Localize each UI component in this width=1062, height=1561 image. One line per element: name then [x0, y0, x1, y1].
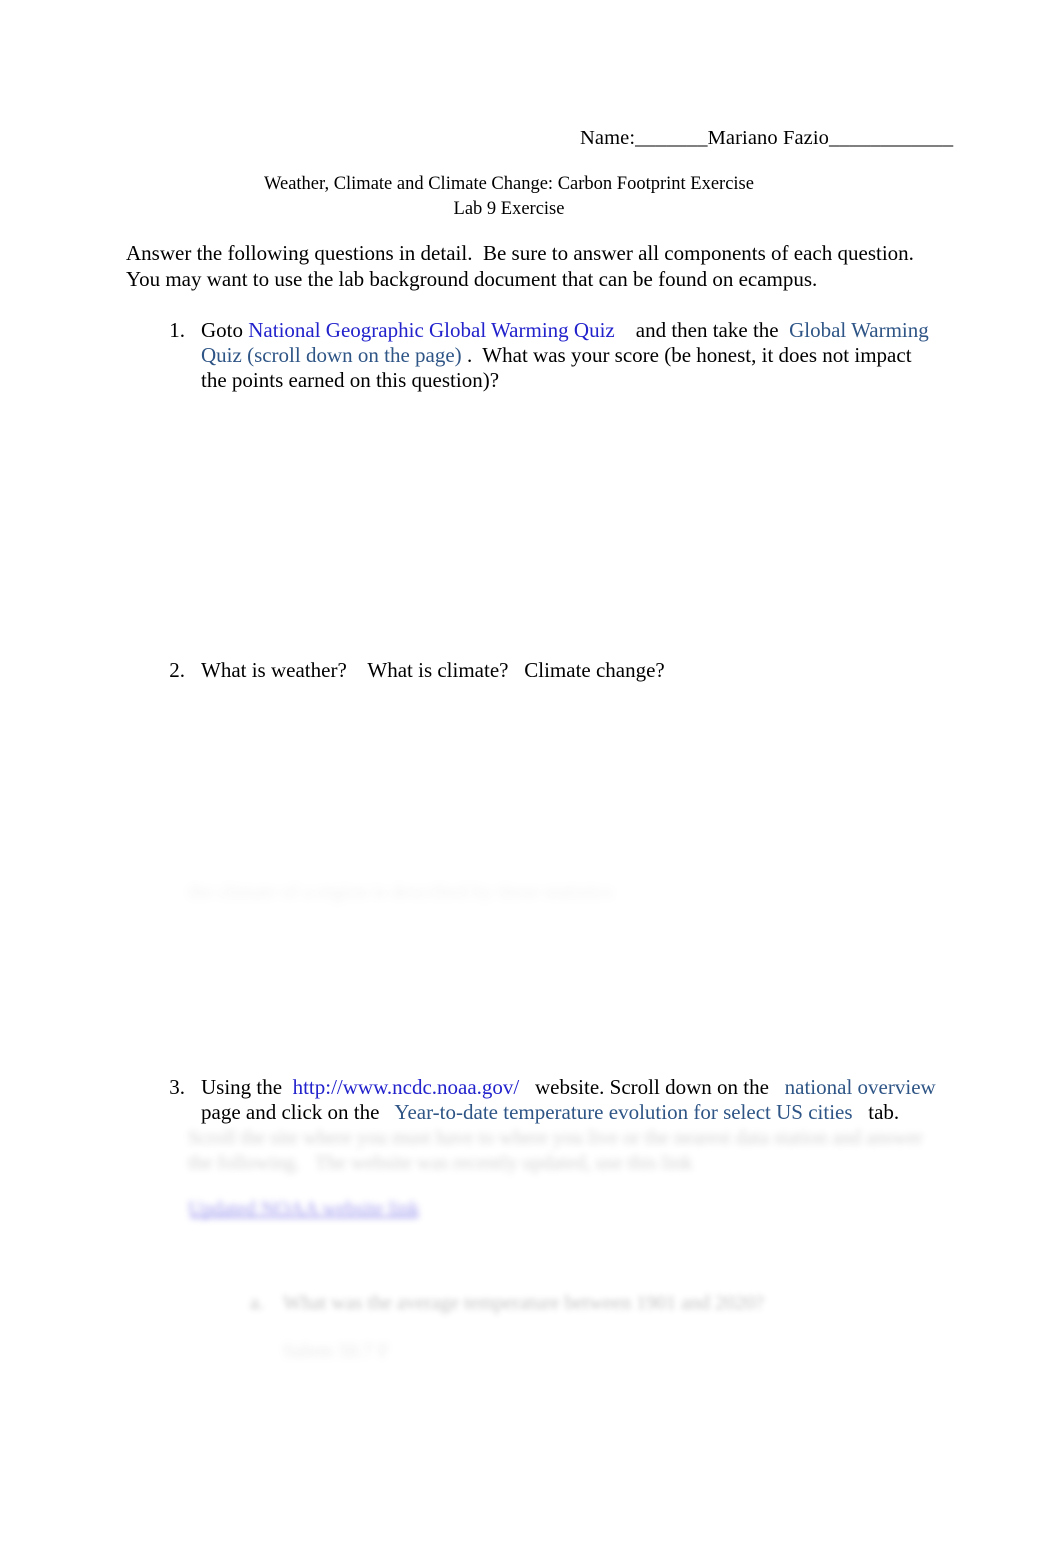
document-title: Weather, Climate and Climate Change: Car…: [0, 172, 1018, 222]
question-1-text-pre: Goto: [201, 318, 249, 342]
instructions-line-2: You may want to use the lab background d…: [126, 267, 818, 291]
question-3-line-1: Using the http://www.ncdc.noaa.gov/ webs…: [201, 1075, 945, 1100]
question-1-text-mid: and then take the: [614, 318, 790, 342]
title-line-secondary: Lab 9 Exercise: [453, 199, 565, 219]
obscured-question-3-body-line-2: the following. The website was recently …: [188, 1152, 693, 1174]
document-page: Name:_______Mariano Fazio____________ We…: [0, 0, 1062, 1561]
link-global-warming-quiz-part2[interactable]: Quiz (scroll down on the page): [201, 343, 462, 367]
question-2-number: 2.: [169, 658, 185, 682]
obscured-subquestion-a-marker: a.: [250, 1292, 264, 1314]
instructions-line-1: Answer the following questions in detail…: [126, 241, 914, 265]
obscured-subquestion-a-answer: Salem 50.7 F: [283, 1340, 390, 1362]
question-3-number: 3.: [169, 1075, 185, 1099]
question-1-text-post: . What was your score (be honest, it doe…: [461, 343, 912, 367]
question-1-line-3: the points earned on this question)?: [201, 368, 500, 392]
title-line-primary: Weather, Climate and Climate Change: Car…: [264, 174, 754, 194]
question-1-body: Goto National Geographic Global Warming …: [201, 318, 945, 393]
obscured-answer-question-2: the climate of a region is described by …: [188, 881, 613, 903]
link-global-warming-quiz-part1[interactable]: Global Warming: [789, 318, 929, 342]
link-ncdc-noaa-url[interactable]: http://www.ncdc.noaa.gov/: [293, 1075, 520, 1099]
question-3-text-mid: website. Scroll down on the: [519, 1075, 785, 1099]
link-national-geographic-quiz[interactable]: National Geographic Global Warming Quiz: [248, 318, 615, 342]
question-3-text-pre: Using the: [201, 1075, 293, 1099]
obscured-question-3-body-line-1: Scroll the site where you must have to w…: [188, 1127, 923, 1149]
link-year-to-date-temperature-evolution[interactable]: Year-to-date temperature evolution for s…: [394, 1100, 852, 1124]
question-2-line-1: What is weather? What is climate? Climat…: [201, 658, 665, 682]
question-3-text-line2-post: tab.: [852, 1100, 900, 1124]
question-3-body: Using the http://www.ncdc.noaa.gov/ webs…: [201, 1075, 945, 1125]
obscured-subquestion-a-text: What was the average temperature between…: [283, 1292, 764, 1314]
question-1-number: 1.: [169, 318, 185, 342]
question-2: 2. What is weather? What is climate? Cli…: [155, 658, 945, 683]
question-3-line-2: page and click on the Year-to-date tempe…: [201, 1100, 945, 1125]
instructions-paragraph: Answer the following questions in detail…: [126, 240, 946, 292]
question-1: 1. Goto National Geographic Global Warmi…: [155, 318, 945, 393]
question-1-line-1: Goto National Geographic Global Warming …: [201, 318, 945, 343]
link-national-overview[interactable]: national overview: [785, 1075, 936, 1099]
student-name-line: Name:_______Mariano Fazio____________: [580, 127, 954, 149]
question-1-line-2: Quiz (scroll down on the page) . What wa…: [201, 343, 945, 368]
question-3: 3. Using the http://www.ncdc.noaa.gov/ w…: [155, 1075, 945, 1125]
obscured-updated-noaa-link[interactable]: Updated NOAA website link: [188, 1197, 420, 1222]
question-2-body: What is weather? What is climate? Climat…: [201, 658, 945, 683]
question-3-text-line2-pre: page and click on the: [201, 1100, 395, 1124]
